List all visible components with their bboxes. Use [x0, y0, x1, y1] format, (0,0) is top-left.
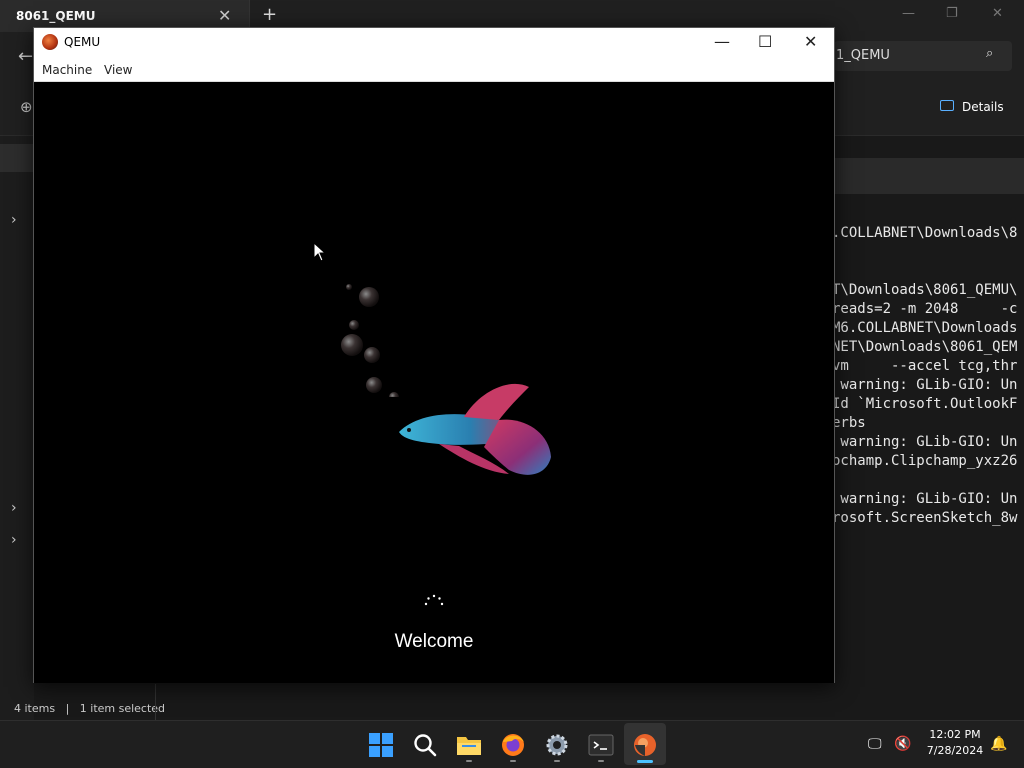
search-icon[interactable]: ⌕ [986, 46, 993, 61]
back-arrow-icon[interactable]: ← [18, 46, 33, 67]
terminal-icon[interactable] [588, 732, 614, 758]
status-divider [155, 684, 156, 720]
chevron-right-icon[interactable]: › [11, 532, 17, 548]
clock-time[interactable]: 12:02 PM [922, 728, 988, 741]
terminal-line: ochamp.Clipchamp_yxz26 [832, 453, 1018, 469]
running-indicator [598, 760, 604, 762]
terminal-line: warning: GLib-GIO: Un [832, 434, 1018, 450]
terminal-line: NET\Downloads\8061_QEM [832, 339, 1018, 355]
menu-machine[interactable]: Machine [42, 63, 92, 77]
status-selected-count: 1 item selected [79, 702, 166, 715]
details-pane-icon[interactable] [940, 100, 954, 111]
explorer-tab-title: 8061_QEMU [16, 9, 96, 23]
loading-spinner-icon [424, 594, 444, 606]
terminal-line: Id `Microsoft.OutlookF [832, 396, 1018, 412]
status-item-count: 4 items [14, 702, 56, 715]
terminal-line: warning: GLib-GIO: Un [832, 491, 1018, 507]
qemu-window-title: QEMU [64, 35, 101, 49]
terminal-line: reads=2 -m 2048 -c [832, 301, 1018, 317]
search-icon[interactable] [412, 732, 438, 758]
explorer-nav-pane [0, 136, 34, 720]
windows-start-icon[interactable] [368, 732, 394, 758]
qemu-menubar [34, 56, 834, 82]
terminal-output: .COLLABNET\Downloads\8 T\Downloads\8061_… [832, 224, 1024, 544]
terminal-line: warning: GLib-GIO: Un [832, 377, 1018, 393]
chevron-right-icon[interactable]: › [11, 500, 17, 516]
settings-icon[interactable] [544, 732, 570, 758]
terminal-line: .COLLABNET\Downloads\8 [832, 225, 1018, 241]
minimize-icon[interactable]: — [902, 6, 915, 21]
qemu-vm-display[interactable]: Welcome [34, 82, 834, 683]
network-icon[interactable]: 🖵 [868, 736, 882, 752]
maximize-icon[interactable]: ☐ [758, 32, 772, 51]
terminal-line: rosoft.ScreenSketch_8w [832, 510, 1018, 526]
terminal-line: T\Downloads\8061_QEMU\ [832, 282, 1018, 298]
terminal-line: vm --accel tcg,thr [832, 358, 1018, 374]
notification-bell-icon[interactable]: 🔔 [990, 736, 1007, 752]
file-explorer-icon[interactable] [456, 732, 482, 758]
explorer-statusbar: 4 items | 1 item selected [14, 702, 166, 715]
nav-selected-row[interactable] [0, 144, 34, 172]
details-button-label[interactable]: Details [962, 100, 1004, 114]
explorer-column-header [834, 158, 1024, 194]
qemu-app-icon [42, 34, 58, 50]
chevron-right-icon[interactable]: › [11, 212, 17, 228]
new-item-icon[interactable]: ⊕ [20, 98, 33, 116]
qemu-icon[interactable] [632, 732, 658, 758]
close-tab-icon[interactable]: ✕ [218, 6, 231, 25]
running-indicator [510, 760, 516, 762]
mouse-cursor-icon [313, 242, 327, 262]
qemu-window: QEMU — ☐ ✕ Machine View Welcome [33, 27, 835, 683]
volume-muted-icon[interactable]: 🔇 [894, 736, 911, 752]
terminal-line: M6.COLLABNET\Downloads [832, 320, 1018, 336]
new-tab-button[interactable]: + [262, 4, 277, 25]
clock-date[interactable]: 7/28/2024 [922, 744, 988, 757]
active-app-indicator [637, 760, 653, 763]
menu-view[interactable]: View [104, 63, 132, 77]
firefox-icon[interactable] [500, 732, 526, 758]
restore-icon[interactable]: ❐ [946, 6, 958, 21]
close-icon[interactable]: ✕ [804, 32, 817, 51]
explorer-search-text: 1_QEMU [836, 48, 890, 63]
close-icon[interactable]: ✕ [992, 6, 1003, 21]
minimize-icon[interactable]: — [714, 32, 730, 51]
welcome-text: Welcome [394, 631, 474, 652]
betta-fish-graphic [399, 383, 551, 475]
running-indicator [554, 760, 560, 762]
running-indicator [466, 760, 472, 762]
terminal-line: erbs [832, 415, 866, 431]
